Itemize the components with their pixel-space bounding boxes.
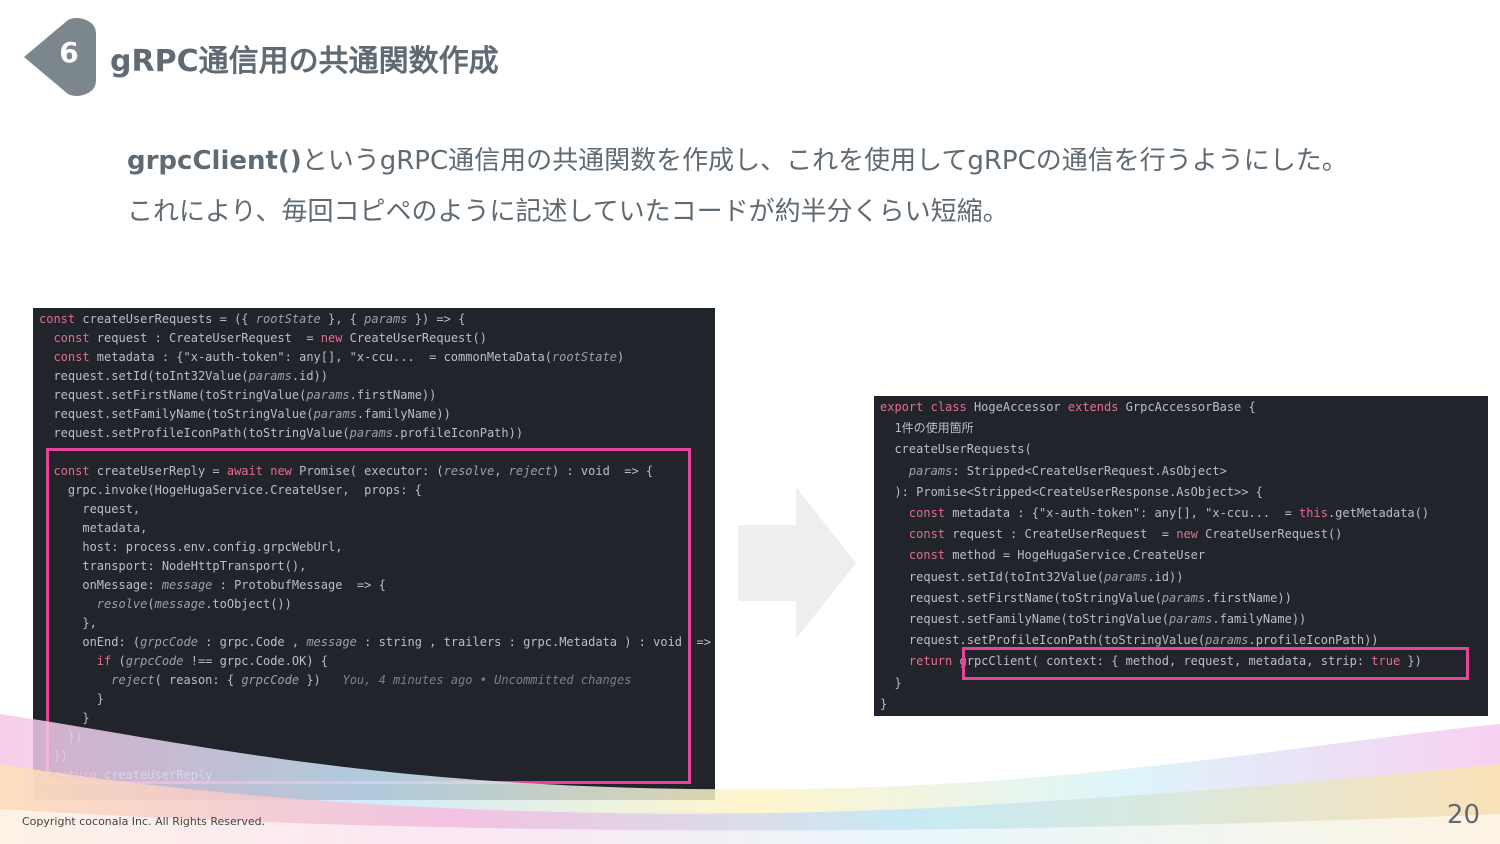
code-line: const metadata : {"x-auth-token": any[],… — [53, 350, 625, 364]
code-line: 1件の使用箇所 — [880, 421, 974, 436]
code-line: const request : CreateUserRequest = new … — [53, 331, 487, 345]
description: grpcClient()というgRPC通信用の共通関数を作成し、これを使用してg… — [127, 136, 1487, 238]
copyright: Copyright coconala Inc. All Rights Reser… — [22, 815, 266, 828]
description-line-2: これにより、毎回コピペのように記述していたコードが約半分くらい短縮。 — [127, 197, 1009, 227]
code-line: export class HogeAccessor extends GrpcAc… — [880, 400, 1256, 414]
page-title: gRPC通信用の共通関数作成 — [110, 44, 499, 79]
code-line: const request : CreateUserRequest = new … — [908, 527, 1343, 542]
code-line: request.setId(toInt32Value(params.id)) — [39, 369, 328, 383]
right-arrow-icon — [738, 487, 858, 643]
code-line: params: Stripped<CreateUserRequest.AsObj… — [908, 463, 1227, 478]
code-line: request.setFamilyName(toStringValue(para… — [880, 612, 1307, 626]
code-line: const method = HogeHugaService.CreateUse… — [908, 548, 1206, 563]
description-line-1: grpcClient()というgRPC通信用の共通関数を作成し、これを使用してg… — [127, 146, 1348, 176]
code-line: request.setFirstName(toStringValue(param… — [39, 388, 437, 402]
code-line: request.setId(toInt32Value(params.id)) — [880, 569, 1184, 584]
code-line: request.setFamilyName(toStringValue(para… — [39, 407, 451, 421]
code-line: request.setFirstName(toStringValue(param… — [880, 590, 1292, 605]
page-number: 20 — [1446, 800, 1480, 830]
function-name: grpcClient() — [127, 146, 302, 176]
code-line: ): Promise<Stripped<CreateUserResponse.A… — [880, 484, 1263, 499]
code-line: request.setProfileIconPath(toStringValue… — [39, 426, 524, 440]
section-number: 6 — [59, 36, 79, 69]
code-line: createUserRequests( — [880, 442, 1032, 457]
code-line: const createUserRequests = ({ rootState … — [39, 312, 466, 326]
code-line: const metadata : {"x-auth-token": any[],… — [908, 506, 1430, 520]
highlight-box-after — [962, 647, 1469, 680]
